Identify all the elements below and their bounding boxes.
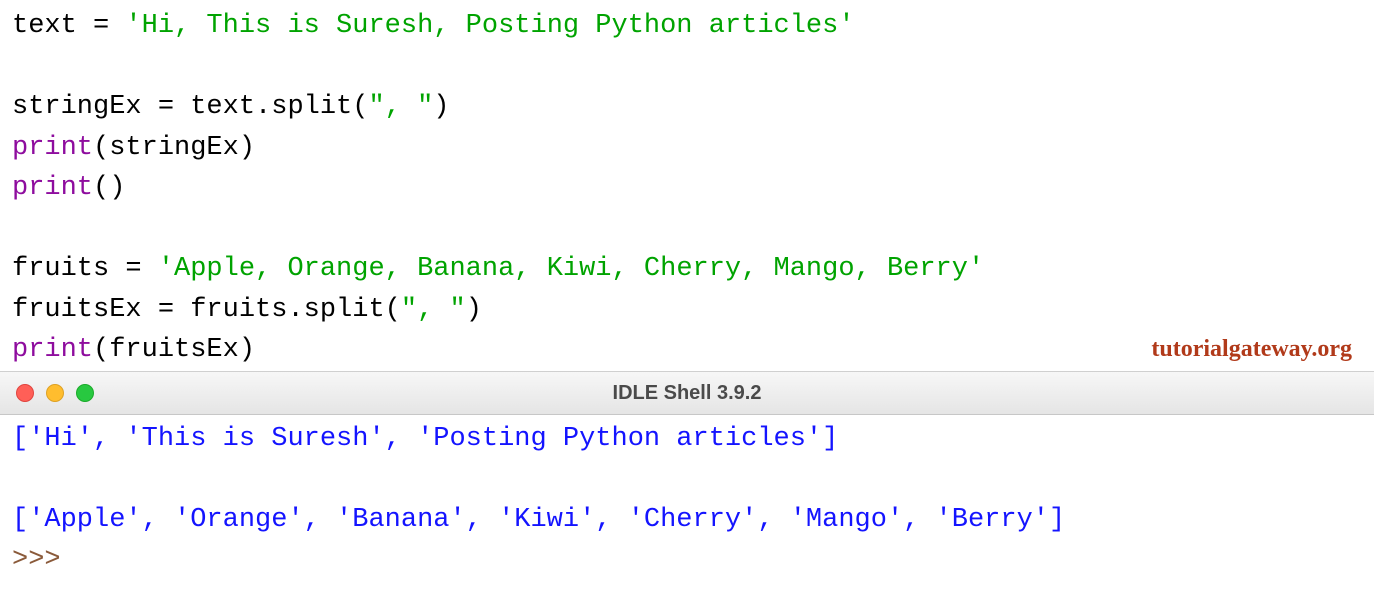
code-text: fruits (12, 254, 109, 284)
output-line: ['Hi', 'This is Suresh', 'Posting Python… (12, 419, 1362, 460)
code-text: ) (433, 92, 449, 122)
minimize-icon[interactable] (46, 384, 64, 402)
code-text: = (77, 11, 126, 41)
code-text: = fruits.split( (142, 295, 401, 325)
code-text: stringEx (12, 92, 142, 122)
window-title: IDLE Shell 3.9.2 (0, 378, 1374, 408)
blank-line (12, 459, 1362, 500)
code-builtin: print (12, 335, 93, 365)
code-string: ", " (401, 295, 466, 325)
code-builtin: print (12, 133, 93, 163)
code-block[interactable]: fruits = 'Apple, Orange, Banana, Kiwi, C… (12, 249, 1362, 290)
close-icon[interactable] (16, 384, 34, 402)
output-text: ['Apple', 'Orange', 'Banana', 'Kiwi', 'C… (12, 505, 1065, 535)
code-text: = text.split( (142, 92, 369, 122)
code-string: 'Apple, Orange, Banana, Kiwi, Cherry, Ma… (158, 254, 984, 284)
code-text: (fruitsEx) (93, 335, 255, 365)
code-text: = (109, 254, 158, 284)
shell-output[interactable]: ['Hi', 'This is Suresh', 'Posting Python… (0, 415, 1374, 581)
code-builtin: print (12, 173, 93, 203)
code-text: text (12, 11, 77, 41)
code-string: 'Hi, This is Suresh, Posting Python arti… (125, 11, 854, 41)
code-block[interactable]: print() (12, 168, 1362, 209)
blank-line (12, 47, 1362, 88)
code-text: fruitsEx (12, 295, 142, 325)
code-block[interactable]: text = 'Hi, This is Suresh, Posting Pyth… (12, 6, 1362, 47)
window-titlebar: IDLE Shell 3.9.2 (0, 371, 1374, 415)
maximize-icon[interactable] (76, 384, 94, 402)
output-text: ['Hi', 'This is Suresh', 'Posting Python… (12, 424, 838, 454)
code-string: ", " (368, 92, 433, 122)
blank-line (12, 209, 1362, 250)
window-controls (0, 384, 94, 402)
code-text: () (93, 173, 125, 203)
prompt-line[interactable]: >>> (12, 540, 1362, 581)
output-line: ['Apple', 'Orange', 'Banana', 'Kiwi', 'C… (12, 500, 1362, 541)
code-block[interactable]: stringEx = text.split(", ") (12, 87, 1362, 128)
code-text: ) (466, 295, 482, 325)
code-block[interactable]: print(stringEx) (12, 128, 1362, 169)
shell-prompt: >>> (12, 545, 77, 575)
code-block[interactable]: fruitsEx = fruits.split(", ") (12, 290, 1362, 331)
watermark-text: tutorialgateway.org (1151, 331, 1352, 367)
code-text: (stringEx) (93, 133, 255, 163)
code-editor[interactable]: text = 'Hi, This is Suresh, Posting Pyth… (0, 0, 1374, 371)
